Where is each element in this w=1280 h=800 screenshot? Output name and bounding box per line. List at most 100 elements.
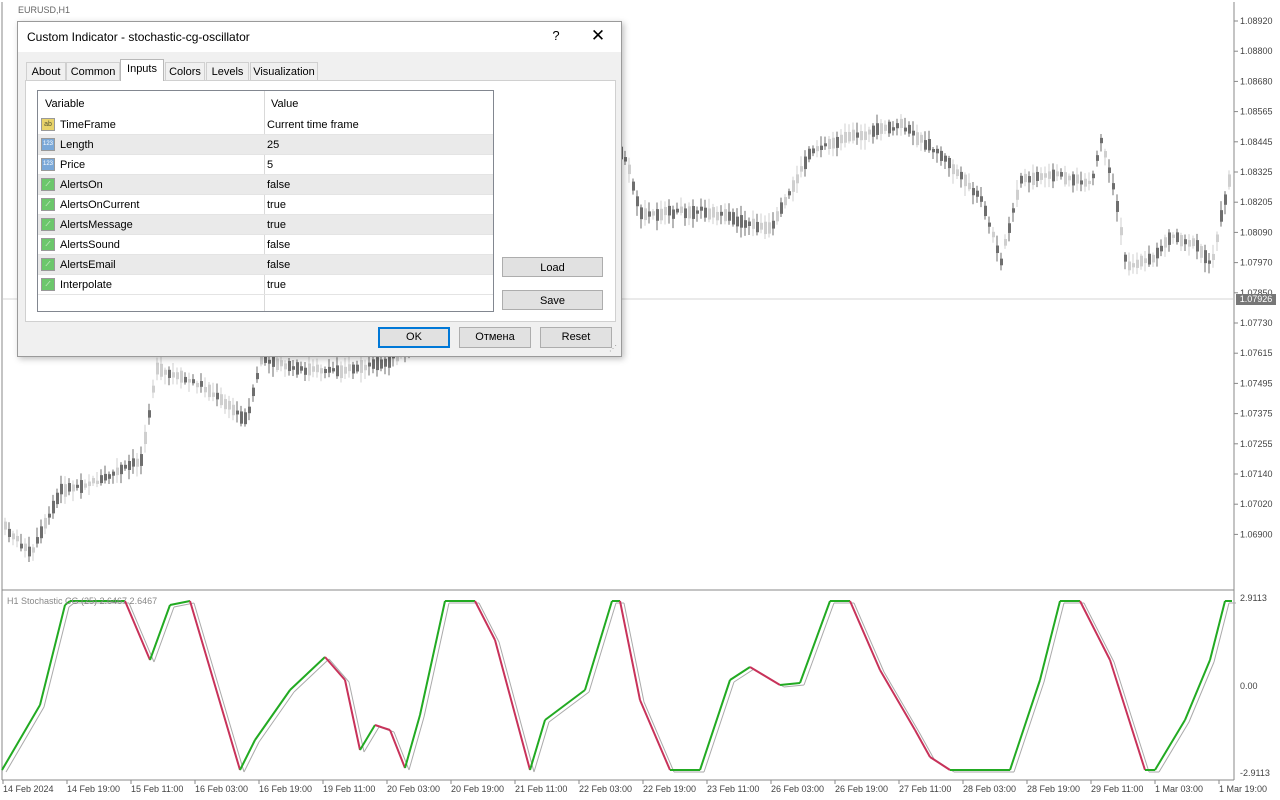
candle-body [64, 484, 67, 497]
param-value[interactable]: 5 [267, 159, 273, 171]
custom-indicator-dialog: Custom Indicator - stochastic-cg-oscilla… [17, 21, 622, 357]
price-label: 1.07375 [1240, 409, 1273, 419]
param-value[interactable]: true [267, 279, 286, 291]
save-button[interactable]: Save [502, 290, 603, 310]
boolean-type-icon: ⟋ [41, 198, 55, 211]
candle-body [1196, 240, 1199, 252]
boolean-type-icon: ⟋ [41, 218, 55, 231]
candle-body [856, 132, 859, 138]
candle-body [252, 387, 255, 397]
tab-visualization[interactable]: Visualization [250, 62, 318, 81]
cancel-button[interactable]: Отмена [459, 327, 531, 348]
candle-body [1156, 247, 1159, 259]
candle-body [28, 546, 31, 557]
candle-body [688, 206, 691, 219]
candle-body [136, 458, 139, 467]
param-value[interactable]: true [267, 219, 286, 231]
candle-body [268, 359, 271, 364]
candle-body [16, 535, 19, 542]
candle-body [752, 218, 755, 229]
candle-body [60, 483, 63, 495]
candle-body [732, 212, 735, 225]
param-row-alertsmessage[interactable]: ⟋ AlertsMessage true [38, 215, 493, 235]
time-label: 22 Feb 19:00 [643, 784, 696, 794]
candle-body [1140, 255, 1143, 267]
candle-body [1056, 171, 1059, 177]
candle-body [1176, 232, 1179, 243]
param-value[interactable]: false [267, 239, 290, 251]
param-row-timeframe[interactable]: ab TimeFrame Current time frame [38, 115, 493, 135]
header-value[interactable]: Value [271, 98, 298, 110]
param-row-alertson[interactable]: ⟋ AlertsOn false [38, 175, 493, 195]
candle-body [1124, 254, 1127, 262]
candle-body [1136, 259, 1139, 268]
tab-levels[interactable]: Levels [206, 62, 249, 81]
candle-body [1180, 235, 1183, 247]
candle-body [1048, 171, 1051, 179]
candle-body [244, 412, 247, 425]
price-label: 1.08325 [1240, 167, 1273, 177]
param-row-alertsoncurrent[interactable]: ⟋ AlertsOnCurrent true [38, 195, 493, 215]
candle-body [76, 484, 79, 488]
candle-body [908, 124, 911, 134]
boolean-type-icon: ⟋ [41, 178, 55, 191]
candle-body [960, 171, 963, 180]
candle-body [664, 207, 667, 216]
load-button[interactable]: Load [502, 257, 603, 277]
candle-body [1208, 260, 1211, 264]
close-icon[interactable]: ✕ [589, 26, 607, 46]
param-row-price[interactable]: 123 Price 5 [38, 155, 493, 175]
grid-header: Variable Value [38, 91, 493, 311]
param-row-interpolate[interactable]: ⟋ Interpolate true [38, 275, 493, 295]
candle-body [152, 385, 155, 393]
candle-body [332, 368, 335, 372]
candle-body [224, 399, 227, 410]
candle-body [1068, 175, 1071, 181]
tab-inputs[interactable]: Inputs [120, 59, 164, 81]
candle-body [112, 471, 115, 476]
resize-grip-icon[interactable]: ⋰ [609, 344, 617, 353]
param-name: AlertsEmail [60, 259, 116, 271]
candle-body [1076, 174, 1079, 184]
ok-button[interactable]: OK [378, 327, 450, 348]
candle-body [340, 365, 343, 379]
candle-body [952, 164, 955, 175]
header-variable[interactable]: Variable [45, 98, 85, 110]
inputs-grid: Variable Value ab TimeFrame Current time f… [37, 90, 494, 312]
candle-body [344, 366, 347, 374]
price-label: 1.07970 [1240, 258, 1273, 268]
candle-body [704, 207, 707, 218]
candle-body [1052, 169, 1055, 182]
dialog-titlebar[interactable]: Custom Indicator - stochastic-cg-oscilla… [18, 22, 621, 52]
param-row-alertsemail[interactable]: ⟋ AlertsEmail false [38, 255, 493, 275]
param-row-alertssound[interactable]: ⟋ AlertsSound false [38, 235, 493, 255]
tab-common[interactable]: Common [66, 62, 120, 81]
indicator-axis-label: 0.00 [1240, 681, 1258, 691]
candle-body [208, 384, 211, 398]
candle-body [300, 366, 303, 371]
help-icon[interactable]: ? [549, 28, 563, 43]
candle-body [328, 366, 331, 373]
candle-body [1036, 171, 1039, 181]
tab-about[interactable]: About [26, 62, 66, 81]
candle-body [648, 211, 651, 217]
param-name: Interpolate [60, 279, 112, 291]
candle-body [1128, 261, 1131, 271]
candle-body [156, 362, 159, 375]
param-value[interactable]: Current time frame [267, 119, 359, 131]
param-value[interactable]: false [267, 179, 290, 191]
param-value[interactable]: true [267, 199, 286, 211]
param-value[interactable]: false [267, 259, 290, 271]
candle-body [1040, 173, 1043, 180]
candle-body [660, 208, 663, 221]
candle-body [652, 211, 655, 216]
time-label: 20 Feb 19:00 [451, 784, 504, 794]
time-label: 27 Feb 11:00 [899, 784, 951, 794]
param-value[interactable]: 25 [267, 139, 279, 151]
candle-body [988, 222, 991, 227]
candle-body [708, 208, 711, 220]
param-row-length[interactable]: 123 Length 25 [38, 135, 493, 155]
tab-colors[interactable]: Colors [165, 62, 205, 81]
reset-button[interactable]: Reset [540, 327, 612, 348]
candle-body [44, 517, 47, 529]
